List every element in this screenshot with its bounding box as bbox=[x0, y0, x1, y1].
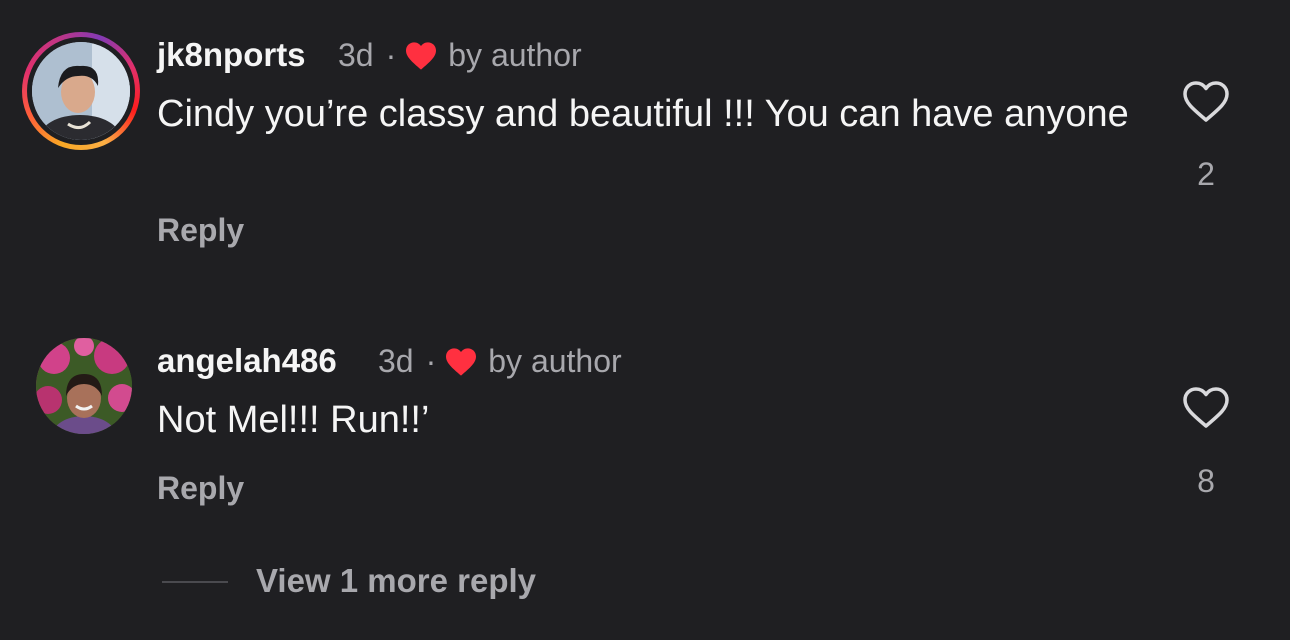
reply-button[interactable]: Reply bbox=[157, 470, 244, 507]
comment-text: Cindy you’re classy and beautiful !!! Yo… bbox=[157, 93, 1129, 135]
like-count: 8 bbox=[1197, 463, 1215, 499]
comment-age: 3d bbox=[378, 343, 414, 379]
like-count: 2 bbox=[1197, 156, 1215, 192]
heart-outline-icon[interactable] bbox=[1182, 80, 1230, 124]
separator: · bbox=[425, 343, 437, 379]
reply-button[interactable]: Reply bbox=[157, 212, 244, 249]
comment-meta: 3d · by author bbox=[378, 343, 622, 380]
comment-age: 3d bbox=[338, 37, 374, 73]
comment-meta: 3d · by author bbox=[338, 37, 582, 74]
heart-outline-icon[interactable] bbox=[1182, 386, 1230, 430]
replies-divider bbox=[162, 581, 228, 583]
view-more-replies-button[interactable]: View 1 more reply bbox=[256, 562, 536, 600]
liked-by-author: by author bbox=[448, 37, 582, 73]
avatar[interactable] bbox=[22, 32, 140, 150]
avatar[interactable] bbox=[36, 338, 132, 434]
profile-photo bbox=[32, 42, 130, 140]
heart-icon bbox=[406, 41, 437, 70]
liked-by-author: by author bbox=[488, 343, 622, 379]
username[interactable]: jk8nports bbox=[157, 36, 306, 74]
username[interactable]: angelah486 bbox=[157, 342, 337, 380]
profile-photo bbox=[36, 338, 132, 434]
separator: · bbox=[385, 37, 397, 73]
comment-text: Not Mel!!! Run!!’ bbox=[157, 399, 430, 441]
heart-icon bbox=[446, 347, 477, 376]
